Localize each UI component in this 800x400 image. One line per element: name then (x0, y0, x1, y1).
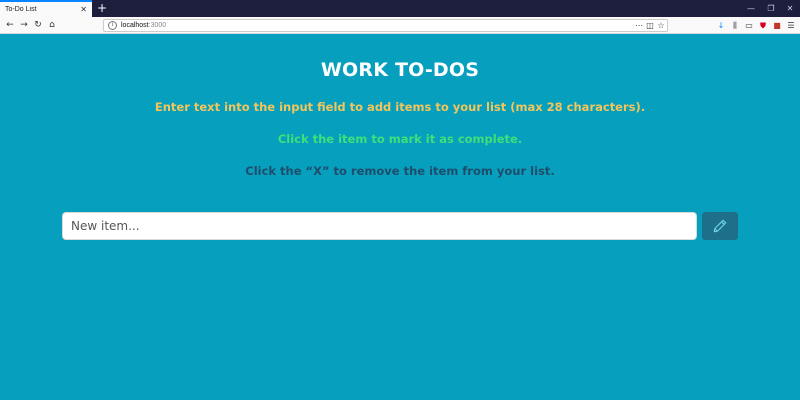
pencil-icon (713, 219, 727, 233)
minimize-icon[interactable]: — (741, 0, 761, 17)
window-close-icon[interactable]: ✕ (780, 0, 800, 17)
instruction-add: Enter text into the input field to add i… (154, 100, 646, 114)
address-bar[interactable]: i localhost:3000 ⋯ ◫ ☆ (103, 19, 668, 32)
page-actions-icon[interactable]: ⋯ (634, 20, 644, 31)
pocket-icon[interactable]: ◫ (645, 20, 655, 31)
sidebar-icon[interactable]: ▭ (744, 20, 754, 31)
add-item-button[interactable] (702, 212, 738, 240)
page-title: WORK TO-DOS (320, 59, 480, 81)
site-info-icon[interactable]: i (108, 21, 117, 30)
instruction-complete: Click the item to mark it as complete. (277, 132, 523, 146)
new-tab-button[interactable]: + (96, 1, 108, 15)
instruction-remove: Click the “X” to remove the item from yo… (245, 164, 555, 178)
back-icon[interactable]: ← (4, 19, 16, 31)
restore-icon[interactable]: ❐ (761, 0, 781, 17)
forward-icon[interactable]: → (18, 19, 30, 31)
reload-icon[interactable]: ↻ (32, 19, 44, 31)
menu-icon[interactable]: ☰ (786, 20, 796, 31)
browser-tab[interactable]: To-Do List ✕ (0, 0, 92, 17)
tab-close-icon[interactable]: ✕ (80, 5, 87, 14)
tab-title: To-Do List (5, 6, 37, 13)
library-icon[interactable]: ⫼ (730, 20, 740, 31)
browser-tab-bar: To-Do List ✕ + — ❐ ✕ (0, 0, 800, 17)
url-text: localhost:3000 (121, 22, 167, 29)
browser-toolbar: ← → ↻ ⌂ i localhost:3000 ⋯ ◫ ☆ ↓ ⫼ ▭ ⛊ ■… (0, 17, 800, 34)
new-item-input[interactable] (62, 212, 697, 240)
home-icon[interactable]: ⌂ (46, 19, 58, 31)
extension-icon[interactable]: ■ (772, 20, 782, 31)
bookmark-star-icon[interactable]: ☆ (656, 20, 666, 31)
todo-page: WORK TO-DOS Enter text into the input fi… (0, 35, 800, 400)
extension-shield-icon[interactable]: ⛊ (758, 20, 768, 31)
download-icon[interactable]: ↓ (716, 20, 726, 31)
